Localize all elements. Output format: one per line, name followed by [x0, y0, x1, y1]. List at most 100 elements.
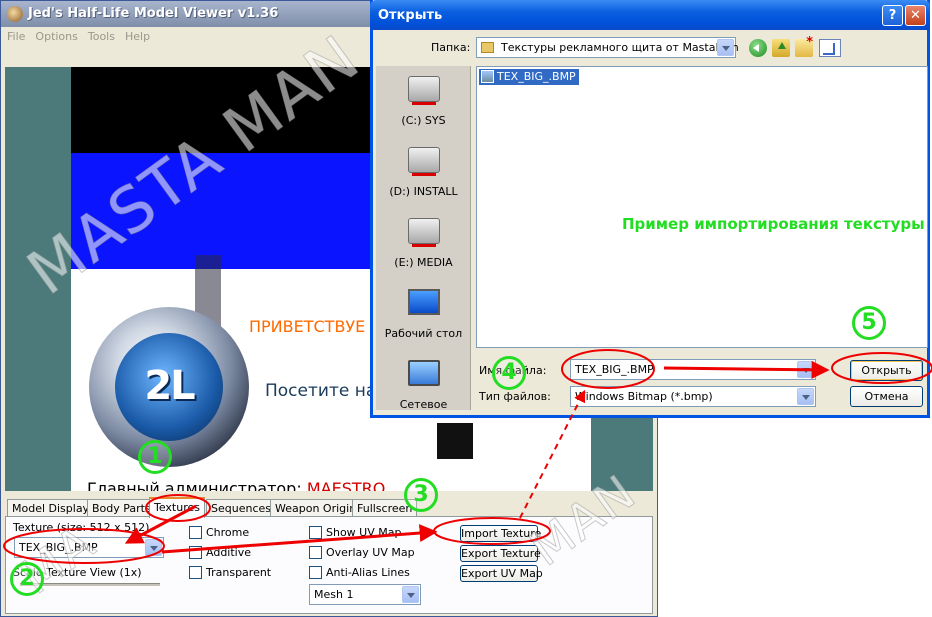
menu-help[interactable]: Help — [119, 27, 154, 43]
file-list[interactable]: TEX_BIG_.BMP Пример импортирования текст… — [476, 66, 928, 348]
texture-select[interactable]: TEX_BIG_.BMP — [14, 537, 164, 558]
help-icon[interactable]: ? — [882, 5, 903, 26]
filename-input[interactable]: TEX_BIG_.BMP — [570, 359, 816, 380]
view-menu-icon[interactable] — [819, 39, 841, 57]
import-texture-button[interactable]: Import Texture — [460, 525, 541, 542]
bitmap-file-icon — [481, 70, 494, 83]
place-drive-e[interactable]: (E:) MEDIA — [376, 212, 471, 280]
admin-name: MAESTRO — [306, 479, 386, 491]
filetype-value: Windows Bitmap (*.bmp) — [575, 390, 713, 403]
chevron-down-icon[interactable] — [402, 586, 419, 603]
place-label: (E:) MEDIA — [394, 256, 453, 269]
look-in-label: Папка: — [431, 41, 471, 54]
texture-select-value: TEX_BIG_.BMP — [19, 541, 98, 554]
overlay-uv-map-label: Overlay UV Map — [326, 546, 415, 559]
checkbox-box[interactable] — [309, 566, 322, 579]
hard-drive-icon — [408, 218, 440, 247]
back-icon[interactable] — [749, 39, 767, 57]
look-in-value: Текстуры рекламного щита от MastaMan — [501, 41, 739, 54]
look-in-select[interactable]: Текстуры рекламного щита от MastaMan — [476, 37, 739, 58]
overlay-uv-map-checkbox[interactable]: Overlay UV Map — [309, 546, 415, 559]
chevron-down-icon[interactable] — [797, 388, 814, 405]
textures-panel: Texture (size: 512 x 512) TEX_BIG_.BMP S… — [5, 516, 653, 614]
texture-size-label: Texture (size: 512 x 512) — [13, 521, 150, 534]
texture-blue-band — [71, 153, 381, 269]
file-name: TEX_BIG_.BMP — [497, 70, 576, 83]
anti-alias-label: Anti-Alias Lines — [326, 566, 410, 579]
menu-file[interactable]: File — [1, 27, 29, 43]
place-label: Сетевое — [399, 398, 448, 411]
hard-drive-icon — [408, 147, 440, 176]
place-label: Рабочий стол — [384, 327, 463, 340]
menu-options[interactable]: Options — [29, 27, 81, 43]
texture-greeting-text: ПРИВЕТСТВУЕ — [249, 317, 366, 336]
cancel-button[interactable]: Отмена — [850, 386, 923, 407]
step-badge-5: 5 — [852, 306, 886, 340]
admin-label: Главный администратор: — [87, 479, 302, 491]
transparent-checkbox[interactable]: Transparent — [189, 566, 271, 579]
checkbox-box[interactable] — [189, 546, 202, 559]
logo-text: 2L — [144, 363, 195, 409]
show-uv-map-label: Show UV Map — [326, 526, 402, 539]
chevron-down-icon[interactable] — [717, 39, 734, 56]
hard-drive-icon — [408, 76, 440, 105]
tab-body-parts[interactable]: Body Parts — [87, 499, 156, 517]
step-badge-1: 1 — [138, 440, 172, 474]
open-button[interactable]: Открыть — [850, 360, 923, 381]
place-label: (C:) SYS — [401, 114, 446, 127]
dialog-title-bar[interactable]: Открыть ? ✕ — [370, 0, 930, 30]
logo-2l: 2L — [89, 307, 249, 467]
place-network[interactable]: Сетевое — [376, 354, 471, 422]
tab-sequences[interactable]: Sequences — [206, 499, 276, 517]
tab-model-display[interactable]: Model Display — [7, 499, 95, 517]
viewer-tab-strip: Model Display Body Parts Textures Sequen… — [5, 497, 653, 518]
export-uv-map-button[interactable]: Export UV Map — [460, 565, 543, 582]
close-icon[interactable]: ✕ — [905, 5, 926, 26]
texture-dark-square — [437, 423, 473, 459]
step-badge-3: 3 — [404, 478, 438, 512]
import-example-note: Пример импортирования текстуры — [622, 215, 925, 233]
chevron-down-icon[interactable] — [145, 539, 162, 556]
tab-textures[interactable]: Textures — [149, 497, 205, 518]
show-uv-map-checkbox[interactable]: Show UV Map — [309, 526, 401, 539]
filetype-select[interactable]: Windows Bitmap (*.bmp) — [570, 386, 816, 407]
anti-alias-checkbox[interactable]: Anti-Alias Lines — [309, 566, 410, 579]
additive-checkbox[interactable]: Additive — [189, 546, 251, 559]
checkbox-box[interactable] — [309, 546, 322, 559]
viewer-title: Jed's Half-Life Model Viewer v1.36 — [28, 6, 279, 21]
place-drive-d[interactable]: (D:) INSTALL — [376, 141, 471, 209]
checkbox-box[interactable] — [309, 526, 322, 539]
checkbox-box[interactable] — [189, 526, 202, 539]
network-icon — [408, 360, 440, 386]
open-file-dialog: Открыть ? ✕ Папка: Текстуры рекламного щ… — [370, 0, 930, 418]
export-texture-button[interactable]: Export Texture — [460, 545, 541, 562]
up-folder-icon[interactable] — [772, 39, 790, 57]
additive-label: Additive — [206, 546, 251, 559]
new-folder-icon[interactable] — [795, 35, 813, 57]
texture-admin-text: Главный администратор: MAESTRO — [87, 479, 385, 491]
mesh-select-value: Mesh 1 — [314, 588, 354, 601]
menu-tools[interactable]: Tools — [82, 27, 119, 43]
file-item-selected[interactable]: TEX_BIG_.BMP — [479, 69, 579, 85]
logo-inner: 2L — [115, 333, 223, 441]
tab-weapon-origin[interactable]: Weapon Origin — [270, 499, 362, 517]
filename-value: TEX_BIG_.BMP — [575, 363, 654, 376]
place-desktop[interactable]: Рабочий стол — [376, 283, 471, 351]
app-icon — [7, 6, 23, 22]
chevron-down-icon[interactable] — [797, 361, 814, 378]
desktop-icon — [408, 289, 440, 315]
step-badge-2: 2 — [10, 562, 44, 596]
chrome-checkbox[interactable]: Chrome — [189, 526, 249, 539]
mesh-select[interactable]: Mesh 1 — [309, 584, 421, 605]
step-badge-4: 4 — [492, 356, 526, 390]
filetype-label: Тип файлов: — [479, 390, 551, 403]
texture-black-band — [71, 67, 381, 153]
place-drive-c[interactable]: (C:) SYS — [376, 70, 471, 138]
folder-icon — [481, 42, 494, 53]
checkbox-box[interactable] — [189, 566, 202, 579]
chrome-label: Chrome — [206, 526, 250, 539]
dialog-title: Открыть — [378, 8, 443, 23]
place-label: (D:) INSTALL — [389, 185, 458, 198]
texture-visit-text: Посетите на — [265, 381, 377, 401]
transparent-label: Transparent — [206, 566, 272, 579]
